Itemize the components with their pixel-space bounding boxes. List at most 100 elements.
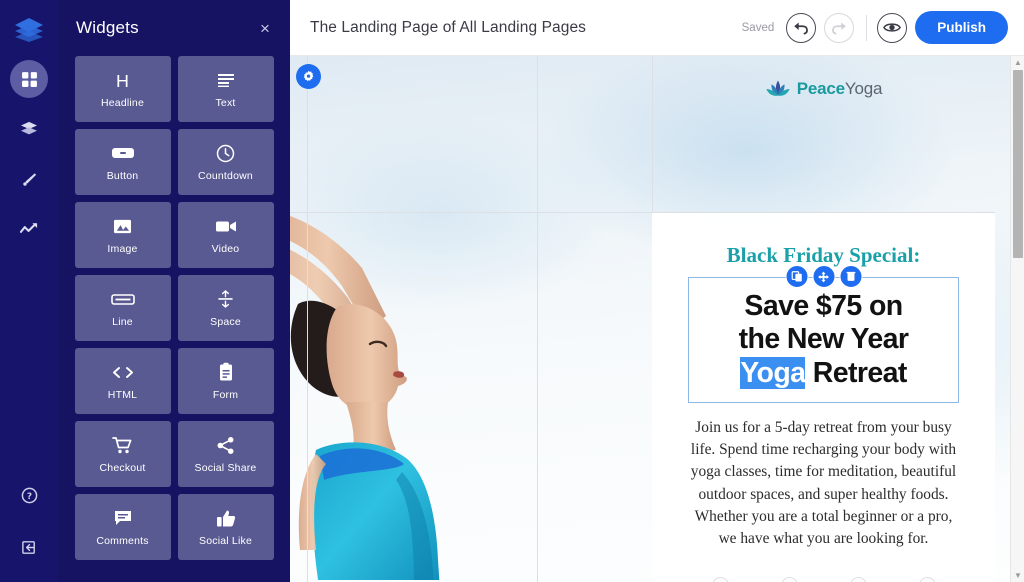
logo-wordmark: PeaceYoga	[797, 79, 883, 99]
layers-stack-icon	[21, 121, 37, 135]
widget-social-like[interactable]: Social Like	[177, 494, 274, 560]
clipboard-form-icon	[218, 361, 234, 383]
widget-grid: H Headline Text Button Countdown Image V…	[58, 56, 290, 560]
rail-item-widgets[interactable]	[10, 60, 48, 98]
thumbs-up-icon	[216, 507, 236, 529]
selection-action-toolbar	[785, 265, 862, 288]
widget-label: Checkout	[99, 462, 146, 474]
code-brackets-icon	[111, 361, 135, 383]
help-circle-icon: ?	[21, 487, 37, 503]
widget-label: Form	[212, 389, 239, 401]
main-area: The Landing Page of All Landing Pages Sa…	[290, 0, 1024, 582]
selected-headline-widget[interactable]: Save $75 on the New Year Yoga Retreat	[688, 265, 959, 404]
widget-countdown[interactable]: Countdown	[177, 129, 274, 195]
widget-label: Text	[215, 97, 236, 109]
delete-button[interactable]	[839, 265, 862, 288]
widgets-grid-icon	[21, 70, 37, 87]
widget-image[interactable]: Image	[74, 202, 171, 268]
page-title: The Landing Page of All Landing Pages	[310, 18, 587, 36]
lotus-flower-icon	[766, 80, 790, 96]
widget-checkout[interactable]: Checkout	[74, 421, 171, 487]
widget-label: Comments	[96, 535, 149, 547]
redo-arrow-icon	[832, 21, 846, 34]
site-logo: PeaceYoga	[652, 78, 995, 100]
rail-bottom-nav: ?	[0, 476, 58, 566]
button-icon	[111, 142, 135, 164]
shopping-cart-icon	[112, 434, 133, 456]
comment-bubble-icon	[113, 507, 133, 529]
headline-text: Save $75 on the New Year Yoga Retreat	[697, 290, 950, 390]
section-settings-button[interactable]	[296, 64, 321, 89]
widget-line[interactable]: Line	[74, 275, 171, 341]
widget-label: Social Share	[194, 462, 257, 474]
share-nodes-icon	[216, 434, 235, 456]
widget-html[interactable]: HTML	[74, 348, 171, 414]
social-icons-row	[652, 577, 995, 582]
scrollbar-thumb[interactable]	[1013, 70, 1023, 258]
widget-form[interactable]: Form	[177, 348, 274, 414]
social-icon[interactable]	[711, 577, 729, 582]
video-camera-icon	[215, 215, 237, 237]
widget-label: Countdown	[198, 170, 253, 182]
preview-button[interactable]	[877, 12, 908, 43]
toolbar-divider	[866, 14, 868, 41]
rail-item-design[interactable]	[10, 160, 48, 198]
svg-text:?: ?	[26, 491, 31, 501]
rail-item-analytics[interactable]	[10, 210, 48, 248]
widget-label: Line	[112, 316, 133, 328]
page-canvas[interactable]: PeaceYoga Black Friday Special: Save $75…	[290, 56, 1024, 582]
widget-headline[interactable]: H Headline	[74, 56, 171, 122]
trend-line-icon	[19, 223, 37, 233]
image-icon	[113, 215, 132, 237]
eye-preview-icon	[883, 23, 902, 32]
widgets-panel: Widgets × H Headline Text Button Countdo…	[58, 0, 290, 582]
headline-line-3-rest: Retreat	[805, 356, 908, 389]
canvas-scrollbar[interactable]: ▲ ▼	[1010, 56, 1024, 582]
heading-h-icon: H	[114, 69, 131, 91]
left-rail: ?	[0, 0, 58, 582]
move-arrows-icon	[818, 271, 829, 282]
duplicate-button[interactable]	[785, 265, 808, 288]
undo-arrow-icon	[794, 21, 809, 34]
page-builder-app: ? Widgets × H Headline Text Button Count…	[0, 0, 1024, 582]
canvas-guide-vertical	[307, 56, 308, 582]
canvas-guide-vertical	[537, 56, 538, 582]
logo-brand-primary: Peace	[796, 79, 845, 98]
headline-line-1: Save $75 on	[744, 290, 903, 322]
widgets-panel-header: Widgets ×	[58, 0, 290, 56]
widget-label: Social Like	[199, 535, 252, 547]
social-icon[interactable]	[780, 577, 798, 582]
move-button[interactable]	[812, 265, 835, 288]
redo-button[interactable]	[824, 12, 855, 43]
scroll-up-arrow-icon[interactable]: ▲	[1011, 56, 1024, 69]
widget-label: HTML	[107, 389, 138, 401]
text-lines-icon	[216, 69, 236, 91]
widget-button[interactable]: Button	[74, 129, 171, 195]
widget-comments[interactable]: Comments	[74, 494, 171, 560]
rail-item-exit[interactable]	[10, 528, 48, 566]
vertical-arrows-icon	[217, 288, 234, 310]
social-icon[interactable]	[918, 577, 936, 582]
yoga-woman-photo	[290, 120, 510, 580]
widget-label: Image	[107, 243, 138, 255]
undo-button[interactable]	[786, 12, 817, 43]
rail-item-layers[interactable]	[10, 110, 48, 148]
close-icon[interactable]: ×	[256, 20, 274, 37]
social-icon[interactable]	[849, 577, 867, 582]
copy-duplicate-icon	[791, 271, 802, 282]
horizontal-line-icon	[110, 288, 135, 310]
widget-video[interactable]: Video	[177, 202, 274, 268]
logo-brand-secondary: Yoga	[844, 79, 883, 98]
logout-icon	[21, 540, 35, 554]
widget-space[interactable]: Space	[177, 275, 274, 341]
publish-button[interactable]: Publish	[915, 11, 1008, 44]
top-toolbar: The Landing Page of All Landing Pages Sa…	[290, 0, 1024, 56]
promo-content-card: Black Friday Special: Save $75 on the Ne…	[652, 213, 995, 582]
widget-text[interactable]: Text	[177, 56, 274, 122]
rail-item-help[interactable]: ?	[10, 476, 48, 514]
headline-line-2: the New Year	[738, 323, 909, 356]
text-selection-highlight: Yoga	[740, 356, 806, 389]
widget-social-share[interactable]: Social Share	[177, 421, 274, 487]
scroll-down-arrow-icon[interactable]: ▼	[1011, 569, 1024, 582]
clock-icon	[216, 142, 235, 164]
